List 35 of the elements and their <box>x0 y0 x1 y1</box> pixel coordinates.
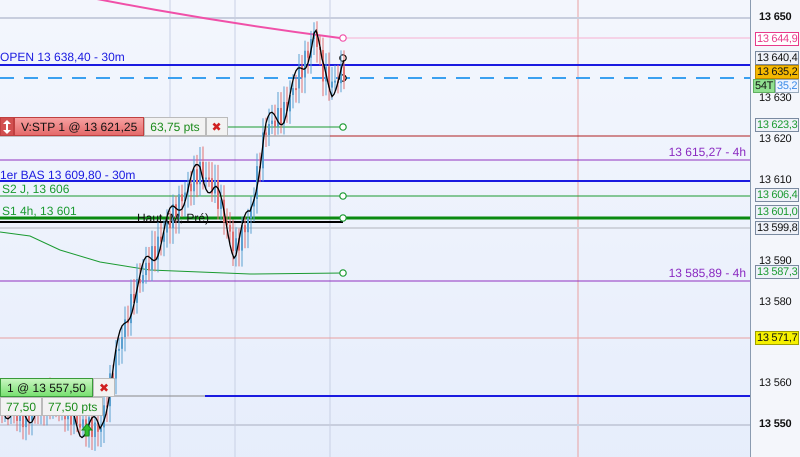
order-label[interactable]: 1 @ 13 557,50 <box>0 378 93 397</box>
axis-tick-label: 13 560 <box>759 377 792 389</box>
arrow-up-icon <box>80 423 94 436</box>
price-tag: 35,2 <box>775 79 800 93</box>
price-tag: 13 635,2 <box>755 65 800 79</box>
axis-tick-label: 13 650 <box>759 11 792 23</box>
order-label[interactable]: V:STP 1 @ 13 621,25 <box>14 117 144 136</box>
points-value: 77,50 pts <box>42 397 104 416</box>
price-tag: 13 640,4 <box>755 51 800 65</box>
price-tag: 54T <box>753 79 776 93</box>
level-label: S2 J, 13 606 <box>2 182 70 196</box>
axis-tick-label: 13 630 <box>759 92 792 104</box>
drag-handle-icon[interactable] <box>0 117 14 136</box>
points-value: 63,75 pts <box>144 117 206 136</box>
level-label: 13 585,89 - 4h <box>668 266 746 280</box>
close-button[interactable]: ✖ <box>206 117 228 136</box>
price-tag: 13 623,3 <box>755 118 800 132</box>
price-tag: 13 644,9 <box>755 32 800 46</box>
price-tag: 13 601,0 <box>755 205 800 219</box>
price-tag: 13 587,3 <box>755 265 800 279</box>
level-label: 13 615,27 - 4h <box>668 145 746 159</box>
axis-tick-label: 13 550 <box>759 418 792 430</box>
level-label: OPEN 13 638,40 - 30m <box>0 50 125 64</box>
price-tag: 13 606,4 <box>755 188 800 202</box>
level-label: Haut (M, Pré) <box>137 211 210 225</box>
close-button[interactable]: ✖ <box>92 378 115 397</box>
axis-tick-label: 13 580 <box>759 296 792 308</box>
level-label: 1er BAS 13 609,80 - 30m <box>0 168 136 182</box>
price-tag: 13 571,7 <box>755 331 800 345</box>
axis-tick-label: 13 620 <box>759 133 792 145</box>
price-tag: 13 599,8 <box>755 221 800 235</box>
axis-tick-label: 13 590 <box>759 255 792 267</box>
level-label: S1 4h, 13 601 <box>2 204 77 218</box>
axis-tick-label: 13 610 <box>759 174 792 186</box>
points-value: 77,50 <box>0 397 42 416</box>
